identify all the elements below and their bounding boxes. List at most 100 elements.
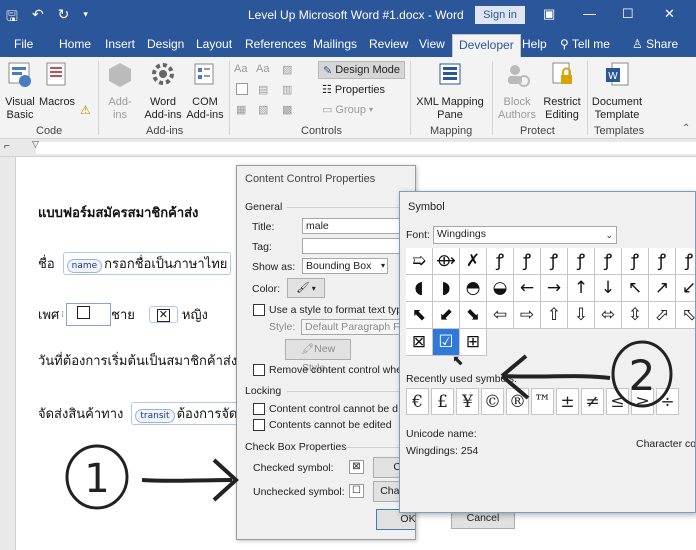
symbol-cell[interactable]: ⬋ bbox=[433, 302, 460, 329]
tab-references[interactable]: References bbox=[245, 37, 306, 51]
symbol-cell[interactable]: ⟴ bbox=[433, 248, 460, 275]
symbol-cell[interactable]: ⇦ bbox=[487, 302, 514, 329]
symbol-cell[interactable]: ꝭ bbox=[649, 248, 676, 275]
show-as-select[interactable]: Bounding Box ▾ bbox=[302, 258, 388, 274]
recent-symbol-cell[interactable]: ± bbox=[556, 388, 579, 415]
tab-file[interactable]: File bbox=[14, 37, 33, 51]
symbol-cell[interactable]: ◖ bbox=[406, 275, 433, 302]
remove-content-control-checkbox[interactable] bbox=[253, 364, 265, 376]
symbol-cell[interactable]: ◗ bbox=[433, 275, 460, 302]
tab-review[interactable]: Review bbox=[369, 37, 408, 51]
color-picker-button[interactable]: 🖌 ▾ bbox=[287, 278, 325, 298]
combo-box-control-button[interactable]: ▤ bbox=[258, 83, 268, 96]
save-icon[interactable]: 🖫 bbox=[6, 6, 18, 30]
picture-control-button[interactable]: ▨ bbox=[282, 63, 292, 76]
recent-symbol-cell[interactable]: ® bbox=[506, 388, 529, 415]
symbol-cell[interactable]: ꝭ bbox=[514, 248, 541, 275]
document-template-button[interactable]: W Document Template bbox=[590, 61, 644, 122]
building-block-control-button[interactable]: ▧ bbox=[258, 103, 268, 116]
visual-basic-button[interactable]: Visual Basic bbox=[3, 61, 37, 122]
tab-design[interactable]: Design bbox=[147, 37, 184, 51]
male-checkbox[interactable] bbox=[77, 306, 91, 319]
lock-edit-checkbox[interactable] bbox=[253, 419, 265, 431]
restrict-editing-button[interactable]: Restrict Editing bbox=[540, 61, 584, 122]
tab-help[interactable]: Help bbox=[522, 37, 547, 51]
symbol-cell[interactable]: ⊠ bbox=[406, 329, 433, 356]
recent-symbol-cell[interactable]: ÷ bbox=[656, 388, 679, 415]
first-line-indent-marker[interactable]: ▽ bbox=[32, 139, 39, 150]
symbol-cell[interactable]: ↖ bbox=[622, 275, 649, 302]
tab-layout[interactable]: Layout bbox=[196, 37, 232, 51]
symbol-cell[interactable]: ⊞ bbox=[460, 329, 487, 356]
symbol-cell[interactable]: ◓ bbox=[460, 275, 487, 302]
tab-home[interactable]: Home bbox=[59, 37, 91, 51]
com-addins-button[interactable]: COM Add-ins bbox=[186, 61, 224, 122]
symbol-cell[interactable]: ⇳ bbox=[622, 302, 649, 329]
recent-symbol-cell[interactable]: ™ bbox=[531, 388, 554, 415]
legacy-tools-button[interactable]: ▩ bbox=[282, 103, 292, 116]
horizontal-ruler[interactable]: ⌐ ▽ bbox=[0, 139, 696, 157]
macro-security-warning-icon[interactable]: ⚠ bbox=[80, 103, 91, 117]
symbol-cell[interactable]: ꝭ bbox=[568, 248, 595, 275]
tab-developer[interactable]: Developer bbox=[452, 34, 521, 57]
new-style-button[interactable]: 🖍New Style... bbox=[285, 339, 351, 374]
recent-symbol-cell[interactable]: ≥ bbox=[631, 388, 654, 415]
symbol-cell[interactable]: ↑ bbox=[568, 275, 595, 302]
symbol-cell[interactable]: ⬊ bbox=[460, 302, 487, 329]
sign-in-button[interactable]: Sign in bbox=[475, 6, 525, 24]
maximize-button[interactable]: ☐ bbox=[622, 6, 634, 22]
symbol-cell[interactable]: → bbox=[541, 275, 568, 302]
tab-insert[interactable]: Insert bbox=[105, 37, 135, 51]
recent-symbol-cell[interactable]: € bbox=[406, 388, 429, 415]
tab-stop-selector[interactable]: ⌐ bbox=[4, 141, 10, 152]
symbol-cell[interactable]: ꝭ bbox=[622, 248, 649, 275]
tell-me-box[interactable]: ⚲ Tell me bbox=[560, 37, 610, 51]
tab-view[interactable]: View bbox=[419, 37, 445, 51]
symbol-cell[interactable]: ✗ bbox=[460, 248, 487, 275]
use-style-checkbox[interactable] bbox=[253, 304, 265, 316]
symbol-cell[interactable]: ⇧ bbox=[541, 302, 568, 329]
date-picker-control-button[interactable]: ▦ bbox=[236, 103, 246, 116]
symbol-cell[interactable]: ꝭ bbox=[595, 248, 622, 275]
female-checkbox-control[interactable]: ✕ bbox=[148, 306, 178, 323]
group-button[interactable]: ▭ Group ▾ bbox=[322, 103, 373, 117]
collapse-ribbon-icon[interactable]: ⌃ bbox=[682, 123, 690, 134]
undo-icon[interactable]: ↶ bbox=[32, 6, 44, 30]
symbol-cell[interactable]: ↙ bbox=[676, 275, 695, 302]
minimize-button[interactable]: — bbox=[583, 6, 596, 21]
design-mode-button[interactable]: ✎ Design Mode bbox=[318, 61, 406, 79]
male-checkbox-control[interactable] bbox=[66, 303, 112, 326]
redo-icon[interactable]: ↻ bbox=[58, 6, 70, 30]
symbol-cell[interactable]: ↗ bbox=[649, 275, 676, 302]
share-button[interactable]: ♙ Share bbox=[632, 37, 678, 51]
symbol-cell[interactable]: ← bbox=[514, 275, 541, 302]
name-content-control[interactable]: name กรอกชื่อเป็นภาษาไทย bbox=[62, 252, 232, 275]
word-addins-button[interactable]: Word Add-ins bbox=[142, 61, 184, 122]
symbol-cell[interactable]: ↓ bbox=[595, 275, 622, 302]
symbol-cell[interactable]: ⬀ bbox=[649, 302, 676, 329]
ribbon-display-options-icon[interactable]: ▣ bbox=[543, 6, 555, 22]
recent-symbol-cell[interactable]: ≠ bbox=[581, 388, 604, 415]
properties-button[interactable]: ☷ Properties bbox=[322, 83, 385, 97]
plain-text-control-button[interactable]: Aa bbox=[256, 63, 269, 75]
font-select[interactable]: Wingdings ⌄ bbox=[433, 226, 617, 244]
xml-mapping-pane-button[interactable]: XML Mapping Pane bbox=[414, 61, 486, 122]
recent-symbol-cell[interactable]: © bbox=[481, 388, 504, 415]
block-authors-button[interactable]: Block Authors bbox=[496, 61, 538, 122]
symbol-cell[interactable]: ꝭ bbox=[541, 248, 568, 275]
symbol-cell[interactable]: ➯ bbox=[406, 248, 433, 275]
lock-delete-checkbox[interactable] bbox=[253, 403, 265, 415]
recent-symbol-cell[interactable]: ≤ bbox=[606, 388, 629, 415]
female-checkbox[interactable]: ✕ bbox=[156, 309, 170, 322]
symbol-cell[interactable]: ⇩ bbox=[568, 302, 595, 329]
checkbox-control-button[interactable] bbox=[236, 83, 248, 95]
rich-text-control-button[interactable]: Aa bbox=[234, 63, 247, 75]
symbol-cell[interactable]: ꝭ bbox=[676, 248, 695, 275]
symbol-cell[interactable]: ⬉ bbox=[406, 302, 433, 329]
symbol-cell[interactable]: ⇨ bbox=[514, 302, 541, 329]
recent-symbol-cell[interactable]: ¥ bbox=[456, 388, 479, 415]
vertical-ruler[interactable] bbox=[0, 157, 16, 550]
customize-qat-icon[interactable]: ▾ bbox=[83, 9, 88, 30]
symbol-cell[interactable]: ⬄ bbox=[595, 302, 622, 329]
close-button[interactable]: ✕ bbox=[664, 6, 675, 22]
